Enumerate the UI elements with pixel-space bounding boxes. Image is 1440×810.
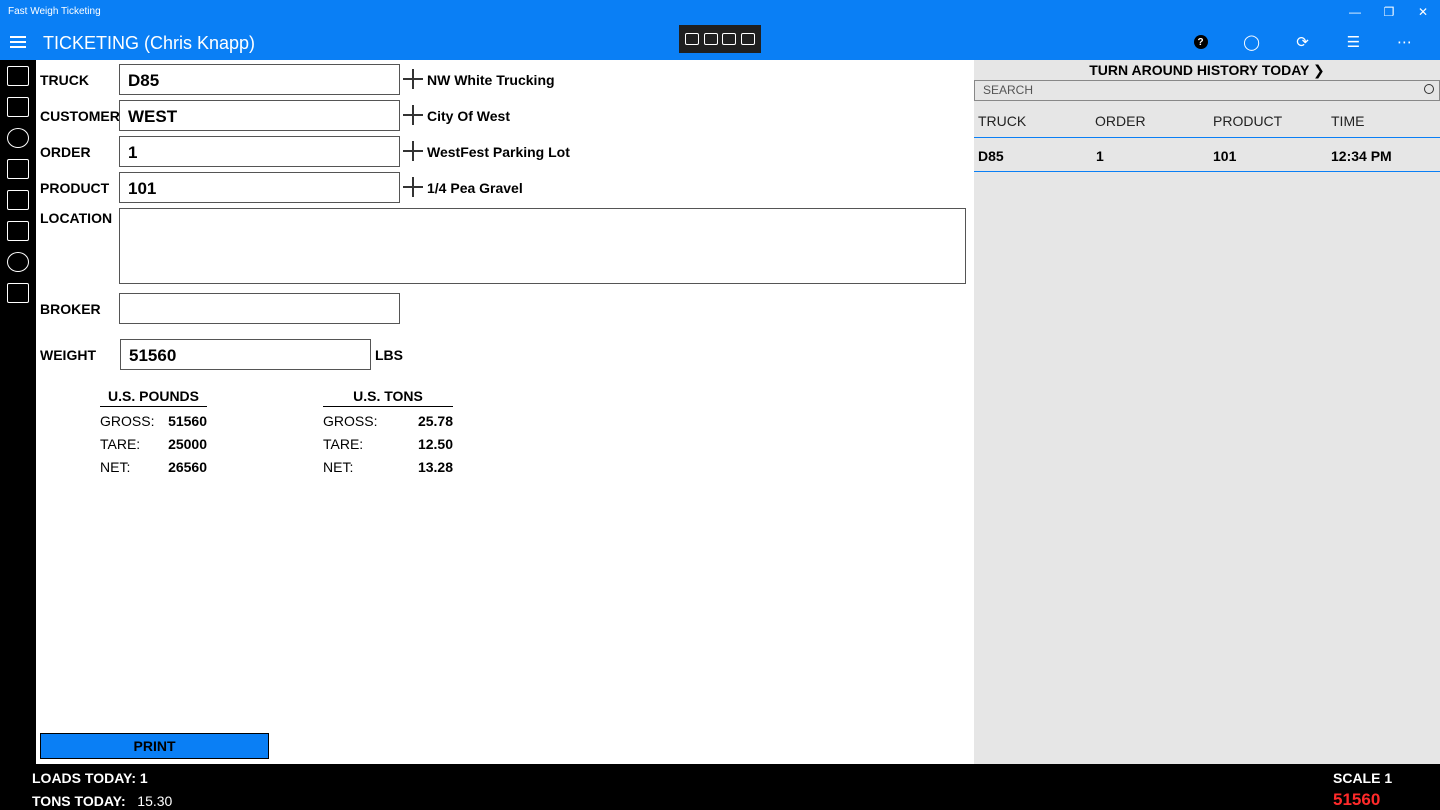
truck-label: TRUCK xyxy=(40,72,89,88)
select-icon[interactable] xyxy=(685,33,700,45)
minimize-icon[interactable]: — xyxy=(1338,0,1372,24)
tons-tare-label: TARE: xyxy=(323,436,364,452)
nav-search[interactable] xyxy=(0,215,36,246)
tons-today: TONS TODAY: 15.30 xyxy=(32,793,172,809)
history-panel: TURN AROUND HISTORY TODAY ❯ SEARCH TRUCK… xyxy=(974,60,1440,764)
tons-net-label: NET: xyxy=(323,459,354,475)
broker-field[interactable] xyxy=(119,293,400,324)
column-header-time[interactable]: TIME xyxy=(1331,113,1364,129)
tons-net-value: 13.28 xyxy=(417,459,453,475)
add-truck-icon[interactable] xyxy=(403,69,423,89)
truck-icon xyxy=(7,96,29,117)
nav-reports[interactable] xyxy=(0,184,36,215)
news-icon xyxy=(7,282,29,303)
scale-value: 51560 xyxy=(1333,790,1381,809)
pounds-gross-value: 51560 xyxy=(168,413,207,429)
nav-news[interactable] xyxy=(0,277,36,308)
nav-customers[interactable] xyxy=(0,122,36,153)
debug-toolbar xyxy=(679,25,761,53)
more-icon[interactable]: ⋯ xyxy=(1379,32,1430,52)
history-search-input[interactable]: SEARCH xyxy=(974,80,1440,101)
order-icon xyxy=(7,158,29,179)
search-list-icon xyxy=(7,220,29,241)
add-customer-icon[interactable] xyxy=(403,105,423,125)
pounds-heading: U.S. POUNDS xyxy=(100,388,207,407)
column-header-truck[interactable]: TRUCK xyxy=(978,113,1026,129)
broker-label: BROKER xyxy=(40,301,101,317)
loads-today-value: 1 xyxy=(139,770,148,786)
loads-today: LOADS TODAY: 1 xyxy=(32,770,148,786)
pounds-tare-value: 25000 xyxy=(168,436,207,452)
pounds-net-label: NET: xyxy=(100,459,131,475)
order-description: WestFest Parking Lot xyxy=(427,144,570,160)
row-truck: D85 xyxy=(978,148,1004,164)
customer-field[interactable]: WEST xyxy=(119,100,400,131)
pointer-icon[interactable] xyxy=(703,33,718,45)
order-label: ORDER xyxy=(40,144,91,160)
row-product: 101 xyxy=(1213,148,1237,164)
pounds-net-value: 26560 xyxy=(168,459,207,475)
nav-map[interactable] xyxy=(0,246,36,277)
column-header-product[interactable]: PRODUCT xyxy=(1213,113,1282,129)
nav-orders[interactable] xyxy=(0,153,36,184)
tons-gross-value: 25.78 xyxy=(417,413,453,429)
restore-icon[interactable]: ❐ xyxy=(1372,0,1406,24)
nav-ticketing[interactable] xyxy=(0,60,36,91)
status-bar: LOADS TODAY: 1 TONS TODAY: 15.30 SCALE 1… xyxy=(0,764,1440,810)
tons-today-value: 15.30 xyxy=(137,793,173,809)
column-header-order[interactable]: ORDER xyxy=(1095,113,1146,129)
globe-icon xyxy=(7,251,29,272)
row-time: 12:34 PM xyxy=(1331,148,1392,164)
table-row[interactable]: D85 1 101 12:34 PM xyxy=(974,137,1440,172)
customer-icon xyxy=(7,127,29,148)
tons-gross-label: GROSS: xyxy=(323,413,378,429)
title-bar: Fast Weigh Ticketing — ❐ ✕ TICKETING (Ch… xyxy=(0,0,1440,60)
scale-label: SCALE 1 xyxy=(1333,770,1393,786)
window-title: Fast Weigh Ticketing xyxy=(8,6,101,17)
refresh-icon[interactable]: ⟳ xyxy=(1277,32,1328,52)
history-title-link[interactable]: TURN AROUND HISTORY TODAY ❯ xyxy=(974,62,1440,79)
header-actions: ? ◯ ⟳ ☰ ⋯ xyxy=(1175,32,1430,52)
frame-icon[interactable] xyxy=(722,33,737,45)
help-badge-icon: ? xyxy=(1193,35,1208,49)
chevron-right-icon: ❯ xyxy=(1313,62,1325,78)
inspect-icon[interactable] xyxy=(740,33,755,45)
product-description: 1/4 Pea Gravel xyxy=(427,180,523,196)
add-order-icon[interactable] xyxy=(403,141,423,161)
customer-label: CUSTOMER xyxy=(40,108,120,124)
print-button[interactable]: PRINT xyxy=(40,733,269,759)
settings-icon[interactable]: ☰ xyxy=(1328,32,1379,52)
add-product-icon[interactable] xyxy=(403,177,423,197)
nav-rail xyxy=(0,60,36,764)
history-title: TURN AROUND HISTORY TODAY xyxy=(1089,62,1310,78)
reports-icon xyxy=(7,189,29,210)
search-icon[interactable] xyxy=(1424,84,1434,94)
order-field[interactable]: 1 xyxy=(119,136,400,167)
location-field[interactable] xyxy=(119,208,966,284)
row-order: 1 xyxy=(1096,148,1104,164)
tons-tare-value: 12.50 xyxy=(417,436,453,452)
tons-today-label: TONS TODAY: xyxy=(32,793,126,809)
weight-label: WEIGHT xyxy=(40,347,96,363)
weight-unit: LBS xyxy=(375,347,403,363)
weight-field[interactable]: 51560 xyxy=(120,339,371,370)
window-controls: — ❐ ✕ xyxy=(1338,0,1440,24)
close-icon[interactable]: ✕ xyxy=(1406,0,1440,24)
product-field[interactable]: 101 xyxy=(119,172,400,203)
hamburger-menu-icon[interactable] xyxy=(10,36,26,48)
account-icon[interactable]: ◯ xyxy=(1226,32,1277,52)
page-title: TICKETING (Chris Knapp) xyxy=(43,33,256,53)
truck-description: NW White Trucking xyxy=(427,72,555,88)
help-icon[interactable]: ? xyxy=(1175,32,1226,52)
customer-description: City Of West xyxy=(427,108,510,124)
truck-field[interactable]: D85 xyxy=(119,64,400,95)
tons-heading: U.S. TONS xyxy=(323,388,453,407)
ticket-form: TRUCK D85 NW White Trucking CUSTOMER WES… xyxy=(36,60,974,764)
loads-today-label: LOADS TODAY: xyxy=(32,770,136,786)
location-label: LOCATION xyxy=(40,210,113,226)
product-label: PRODUCT xyxy=(40,180,110,196)
pounds-tare-label: TARE: xyxy=(100,436,141,452)
nav-trucks[interactable] xyxy=(0,91,36,122)
ticketing-icon xyxy=(7,65,29,86)
